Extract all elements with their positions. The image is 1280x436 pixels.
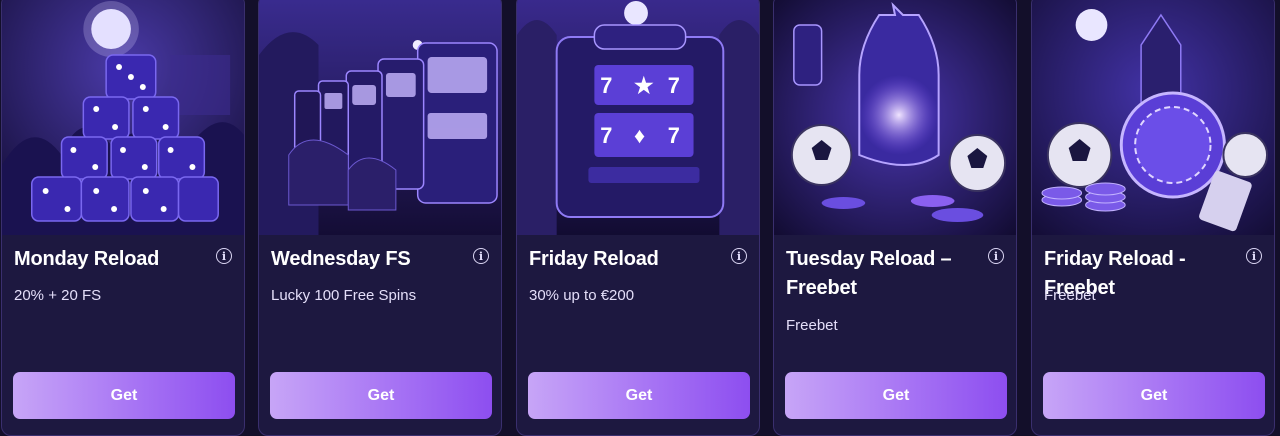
get-button[interactable]: Get	[13, 372, 235, 419]
svg-text:7: 7	[668, 123, 680, 148]
info-icon[interactable]: i	[216, 248, 232, 264]
promo-subtitle: Freebet	[1044, 287, 1096, 304]
promo-subtitle: Lucky 100 Free Spins	[271, 287, 417, 304]
dice-pyramid-image	[2, 0, 244, 235]
get-button[interactable]: Get	[1043, 372, 1265, 419]
promo-card-monday-reload[interactable]: Monday Reload i 20% + 20 FS Get	[1, 0, 245, 436]
get-button[interactable]: Get	[785, 372, 1007, 419]
svg-text:★: ★	[634, 73, 654, 98]
promo-title: Tuesday Reload – Freebet	[786, 248, 952, 299]
promo-title: Friday Reload	[529, 248, 659, 270]
promo-card-wednesday-fs[interactable]: Wednesday FS i Lucky 100 Free Spins Get	[258, 0, 502, 436]
info-icon[interactable]: i	[988, 248, 1004, 264]
info-icon[interactable]: i	[1246, 248, 1262, 264]
svg-text:♦: ♦	[634, 123, 645, 148]
info-icon[interactable]: i	[731, 248, 747, 264]
slot-machine-image: 7 ★ 7 7 ♦ 7	[517, 0, 759, 235]
football-lantern-image	[774, 0, 1016, 235]
promo-subtitle: 30% up to €200	[529, 287, 635, 304]
promotions-row: Monday Reload i 20% + 20 FS Get Wednesda…	[0, 0, 1280, 436]
svg-text:7: 7	[600, 123, 612, 148]
promo-subtitle: Freebet	[786, 317, 838, 334]
promo-title: Monday Reload	[14, 248, 160, 270]
promo-card-tuesday-reload-freebet[interactable]: Tuesday Reload – Freebet i Freebet Get	[773, 0, 1017, 436]
get-button[interactable]: Get	[528, 372, 750, 419]
slot-machines-image	[259, 0, 501, 235]
promo-card-friday-reload-freebet[interactable]: Friday Reload - Freebet i Freebet Get	[1031, 0, 1275, 436]
info-icon[interactable]: i	[473, 248, 489, 264]
promo-title: Wednesday FS	[271, 248, 411, 270]
promo-card-friday-reload[interactable]: 7 ★ 7 7 ♦ 7 Friday Reload i 30% up to €200 G…	[516, 0, 760, 436]
get-button[interactable]: Get	[270, 372, 492, 419]
promo-subtitle: 20% + 20 FS	[14, 287, 102, 304]
svg-text:7: 7	[600, 73, 612, 98]
svg-text:7: 7	[668, 73, 680, 98]
football-chips-image	[1032, 0, 1274, 235]
